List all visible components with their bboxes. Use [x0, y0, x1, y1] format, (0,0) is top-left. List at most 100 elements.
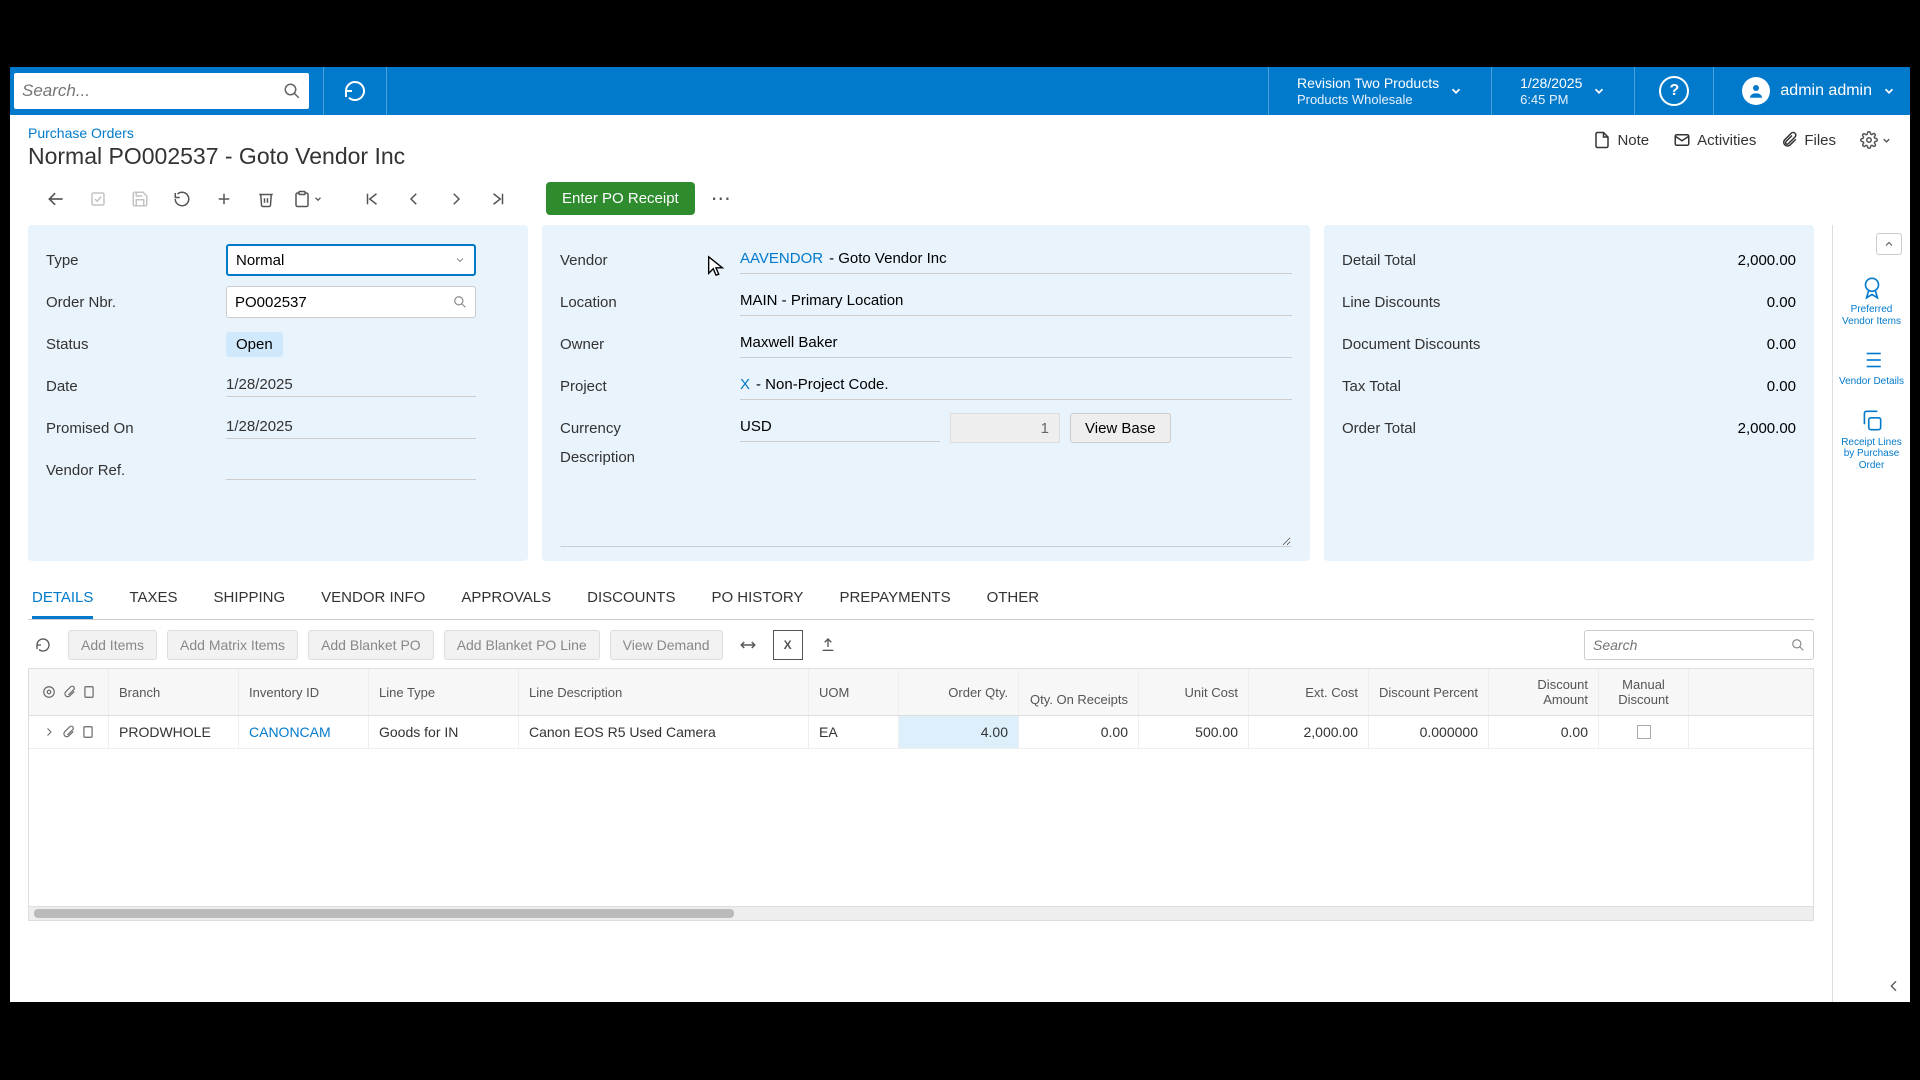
preferred-vendor-items-button[interactable]: Preferred Vendor Items — [1833, 275, 1910, 327]
col-disc-amt[interactable]: Discount Amount — [1489, 669, 1599, 715]
col-unit-cost[interactable]: Unit Cost — [1139, 669, 1249, 715]
project-field[interactable]: X - Non-Project Code. — [740, 372, 1292, 400]
col-disc-pct[interactable]: Discount Percent — [1369, 669, 1489, 715]
cancel-button[interactable] — [166, 183, 198, 215]
grid-search[interactable] — [1584, 630, 1814, 660]
date-value[interactable]: 1/28/2025 — [226, 376, 476, 397]
add-blanket-po-line-button[interactable]: Add Blanket PO Line — [444, 630, 600, 660]
more-actions-button[interactable]: ⋯ — [705, 186, 739, 211]
cell-line-desc[interactable]: Canon EOS R5 Used Camera — [519, 716, 809, 748]
tab-details[interactable]: DETAILS — [32, 579, 93, 619]
cell-branch[interactable]: PRODWHOLE — [109, 716, 239, 748]
tab-prepayments[interactable]: PREPAYMENTS — [839, 579, 950, 619]
vendor-link[interactable]: AAVENDOR — [740, 250, 823, 267]
note-button[interactable]: Note — [1593, 131, 1649, 149]
cell-order-qty[interactable]: 4.00 — [899, 716, 1019, 748]
badge-icon — [1859, 275, 1885, 301]
grid-search-input[interactable] — [1593, 637, 1791, 653]
user-menu[interactable]: admin admin — [1728, 77, 1910, 105]
upload-button[interactable] — [813, 630, 843, 660]
vendor-field[interactable]: AAVENDOR - Goto Vendor Inc — [740, 246, 1292, 274]
clipboard-button[interactable] — [292, 183, 324, 215]
delete-button[interactable] — [250, 183, 282, 215]
export-excel-button[interactable]: X — [773, 630, 803, 660]
col-qty-receipts[interactable]: Qty. On Receipts — [1019, 669, 1139, 715]
paperclip-icon[interactable] — [61, 725, 75, 739]
add-items-button[interactable]: Add Items — [68, 630, 157, 660]
type-select[interactable]: Normal — [226, 244, 476, 276]
first-record-button[interactable] — [356, 183, 388, 215]
cell-line-type[interactable]: Goods for IN — [369, 716, 519, 748]
tab-po-history[interactable]: PO HISTORY — [711, 579, 803, 619]
note-icon[interactable] — [81, 725, 95, 739]
next-record-button[interactable] — [440, 183, 472, 215]
receipt-lines-button[interactable]: Receipt Lines by Purchase Order — [1833, 408, 1910, 472]
prev-record-button[interactable] — [398, 183, 430, 215]
cell-manual-disc[interactable] — [1599, 716, 1689, 748]
description-textarea[interactable] — [560, 497, 1292, 547]
cell-ext-cost[interactable]: 2,000.00 — [1249, 716, 1369, 748]
collapse-panel-button[interactable] — [1876, 233, 1902, 255]
checkbox-icon[interactable] — [1637, 725, 1651, 739]
search-input[interactable] — [22, 81, 283, 101]
enter-po-receipt-button[interactable]: Enter PO Receipt — [546, 182, 695, 215]
customization-menu[interactable] — [1860, 131, 1892, 149]
vendor-details-button[interactable]: Vendor Details — [1835, 347, 1908, 388]
save-button[interactable] — [124, 183, 156, 215]
col-ext-cost[interactable]: Ext. Cost — [1249, 669, 1369, 715]
doc-disc-value: 0.00 — [1686, 336, 1796, 353]
view-demand-button[interactable]: View Demand — [610, 630, 723, 660]
cell-disc-amt[interactable]: 0.00 — [1489, 716, 1599, 748]
owner-field[interactable]: Maxwell Baker — [740, 330, 1292, 358]
record-toolbar: Enter PO Receipt ⋯ — [10, 176, 1910, 225]
refresh-button[interactable] — [338, 74, 372, 108]
promised-value[interactable]: 1/28/2025 — [226, 418, 476, 439]
cell-inventory[interactable]: CANONCAM — [239, 716, 369, 748]
tab-approvals[interactable]: APPROVALS — [461, 579, 551, 619]
company-selector[interactable]: Revision Two Products Products Wholesale — [1283, 75, 1477, 107]
breadcrumb[interactable]: Purchase Orders — [28, 125, 1593, 141]
search-icon[interactable] — [453, 295, 467, 309]
help-button[interactable]: ? — [1659, 76, 1689, 106]
back-button[interactable] — [40, 183, 72, 215]
tab-shipping[interactable]: SHIPPING — [213, 579, 285, 619]
grid-row[interactable]: PRODWHOLE CANONCAM Goods for IN Canon EO… — [29, 716, 1813, 749]
view-base-button[interactable]: View Base — [1070, 413, 1171, 443]
grid-refresh-button[interactable] — [28, 630, 58, 660]
add-matrix-items-button[interactable]: Add Matrix Items — [167, 630, 298, 660]
add-blanket-po-button[interactable]: Add Blanket PO — [308, 630, 434, 660]
col-line-desc[interactable]: Line Description — [519, 669, 809, 715]
tab-taxes[interactable]: TAXES — [129, 579, 177, 619]
excel-icon: X — [784, 638, 792, 652]
col-uom[interactable]: UOM — [809, 669, 899, 715]
cell-unit-cost[interactable]: 500.00 — [1139, 716, 1249, 748]
col-manual-disc[interactable]: Manual Discount — [1599, 669, 1689, 715]
cell-uom[interactable]: EA — [809, 716, 899, 748]
detail-total-label: Detail Total — [1342, 252, 1686, 269]
business-date-selector[interactable]: 1/28/2025 6:45 PM — [1506, 75, 1620, 107]
fit-columns-button[interactable] — [733, 630, 763, 660]
col-line-type[interactable]: Line Type — [369, 669, 519, 715]
files-button[interactable]: Files — [1780, 131, 1836, 149]
tab-discounts[interactable]: DISCOUNTS — [587, 579, 675, 619]
cell-disc-pct[interactable]: 0.000000 — [1369, 716, 1489, 748]
currency-field[interactable]: USD — [740, 414, 940, 442]
cell-qty-receipts[interactable]: 0.00 — [1019, 716, 1139, 748]
save-close-button[interactable] — [82, 183, 114, 215]
add-button[interactable] — [208, 183, 240, 215]
last-record-button[interactable] — [482, 183, 514, 215]
order-nbr-input[interactable]: PO002537 — [226, 286, 476, 318]
tab-vendor-info[interactable]: VENDOR INFO — [321, 579, 425, 619]
tab-other[interactable]: OTHER — [987, 579, 1040, 619]
col-inventory[interactable]: Inventory ID — [239, 669, 369, 715]
col-order-qty[interactable]: Order Qty. — [899, 669, 1019, 715]
location-field[interactable]: MAIN - Primary Location — [740, 288, 1292, 316]
global-search[interactable] — [14, 73, 309, 109]
expand-row-icon[interactable] — [43, 726, 55, 738]
project-link[interactable]: X — [740, 376, 750, 393]
col-branch[interactable]: Branch — [109, 669, 239, 715]
vendor-ref-value[interactable] — [226, 460, 476, 480]
horizontal-scrollbar[interactable] — [29, 906, 1813, 920]
gear-icon[interactable] — [42, 685, 56, 699]
activities-button[interactable]: Activities — [1673, 131, 1756, 149]
